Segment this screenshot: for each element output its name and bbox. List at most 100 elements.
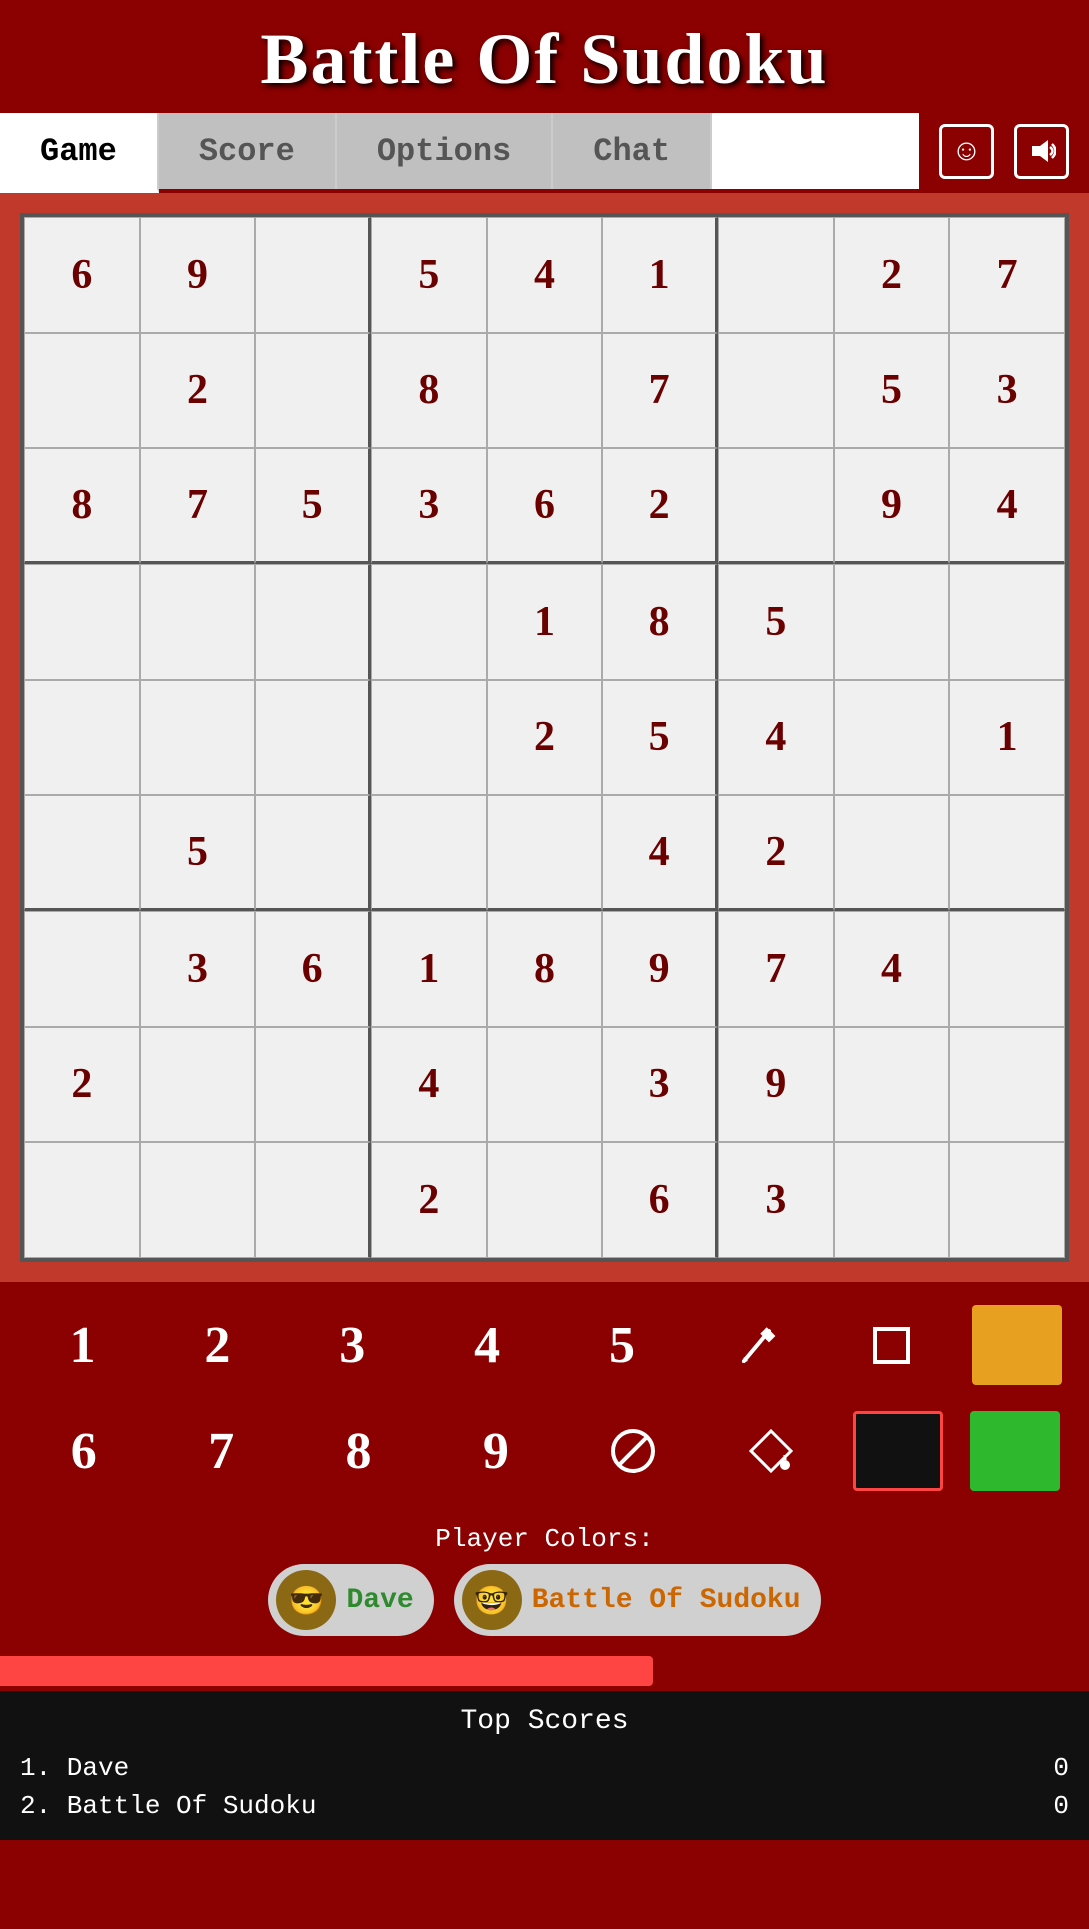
cell-r7-c2[interactable]: 3 — [140, 911, 256, 1027]
cell-r6-c9[interactable] — [949, 795, 1065, 911]
numpad-icon-fill[interactable] — [716, 1406, 826, 1496]
cell-r8-c6[interactable]: 3 — [602, 1027, 718, 1143]
cell-r5-c4[interactable] — [371, 680, 487, 796]
cell-r9-c3[interactable] — [255, 1142, 371, 1258]
cell-r1-c1[interactable]: 6 — [24, 217, 140, 333]
numpad-icon-square[interactable] — [837, 1300, 947, 1390]
cell-r5-c5[interactable]: 2 — [487, 680, 603, 796]
cell-r5-c6[interactable]: 5 — [602, 680, 718, 796]
cell-r3-c2[interactable]: 7 — [140, 448, 256, 564]
cell-r2-c8[interactable]: 5 — [834, 333, 950, 449]
numpad-btn-2[interactable]: 2 — [162, 1300, 272, 1390]
numpad-btn-4[interactable]: 4 — [432, 1300, 542, 1390]
cell-r2-c3[interactable] — [255, 333, 371, 449]
cell-r6-c2[interactable]: 5 — [140, 795, 256, 911]
numpad-btn-9[interactable]: 9 — [441, 1406, 551, 1496]
numpad-btn-8[interactable]: 8 — [303, 1406, 413, 1496]
cell-r5-c2[interactable] — [140, 680, 256, 796]
cell-r4-c3[interactable] — [255, 564, 371, 680]
cell-r2-c4[interactable]: 8 — [371, 333, 487, 449]
cell-r9-c7[interactable]: 3 — [718, 1142, 834, 1258]
cell-r5-c1[interactable] — [24, 680, 140, 796]
cell-r8-c7[interactable]: 9 — [718, 1027, 834, 1143]
cell-r6-c1[interactable] — [24, 795, 140, 911]
cell-r9-c2[interactable] — [140, 1142, 256, 1258]
cell-r9-c6[interactable]: 6 — [602, 1142, 718, 1258]
cell-r9-c8[interactable] — [834, 1142, 950, 1258]
cell-r7-c5[interactable]: 8 — [487, 911, 603, 1027]
cell-r5-c9[interactable]: 1 — [949, 680, 1065, 796]
cell-r8-c9[interactable] — [949, 1027, 1065, 1143]
numpad-btn-6[interactable]: 6 — [29, 1406, 139, 1496]
cell-r8-c2[interactable] — [140, 1027, 256, 1143]
cell-r9-c4[interactable]: 2 — [371, 1142, 487, 1258]
cell-r6-c4[interactable] — [371, 795, 487, 911]
numpad-btn-3[interactable]: 3 — [297, 1300, 407, 1390]
cell-r7-c7[interactable]: 7 — [718, 911, 834, 1027]
cell-r8-c4[interactable]: 4 — [371, 1027, 487, 1143]
cell-r3-c4[interactable]: 3 — [371, 448, 487, 564]
cell-r5-c3[interactable] — [255, 680, 371, 796]
cell-r8-c1[interactable]: 2 — [24, 1027, 140, 1143]
cell-r8-c3[interactable] — [255, 1027, 371, 1143]
cell-r1-c2[interactable]: 9 — [140, 217, 256, 333]
cell-r4-c2[interactable] — [140, 564, 256, 680]
color-swatch-2db82d[interactable] — [970, 1411, 1060, 1491]
numpad-btn-1[interactable]: 1 — [27, 1300, 137, 1390]
cell-r7-c8[interactable]: 4 — [834, 911, 950, 1027]
cell-r4-c4[interactable] — [371, 564, 487, 680]
cell-r2-c1[interactable] — [24, 333, 140, 449]
cell-r9-c1[interactable] — [24, 1142, 140, 1258]
cell-r7-c4[interactable]: 1 — [371, 911, 487, 1027]
cell-r1-c8[interactable]: 2 — [834, 217, 950, 333]
emoji-button[interactable]: ☺ — [939, 124, 994, 179]
cell-r2-c7[interactable] — [718, 333, 834, 449]
cell-r2-c9[interactable]: 3 — [949, 333, 1065, 449]
cell-r2-c6[interactable]: 7 — [602, 333, 718, 449]
cell-r2-c5[interactable] — [487, 333, 603, 449]
cell-r3-c9[interactable]: 4 — [949, 448, 1065, 564]
cell-r3-c1[interactable]: 8 — [24, 448, 140, 564]
sound-button[interactable] — [1014, 124, 1069, 179]
cell-r7-c9[interactable] — [949, 911, 1065, 1027]
cell-r1-c7[interactable] — [718, 217, 834, 333]
player-chip-battle-of-sudoku[interactable]: 🤓Battle Of Sudoku — [454, 1564, 821, 1636]
cell-r4-c7[interactable]: 5 — [718, 564, 834, 680]
cell-r6-c8[interactable] — [834, 795, 950, 911]
cell-r1-c3[interactable] — [255, 217, 371, 333]
cell-r7-c1[interactable] — [24, 911, 140, 1027]
cell-r6-c6[interactable]: 4 — [602, 795, 718, 911]
cell-r5-c7[interactable]: 4 — [718, 680, 834, 796]
cell-r3-c7[interactable] — [718, 448, 834, 564]
cell-r5-c8[interactable] — [834, 680, 950, 796]
numpad-icon-pencil[interactable] — [702, 1300, 812, 1390]
cell-r8-c8[interactable] — [834, 1027, 950, 1143]
cell-r4-c8[interactable] — [834, 564, 950, 680]
cell-r4-c1[interactable] — [24, 564, 140, 680]
color-swatch-111111[interactable] — [853, 1411, 943, 1491]
cell-r6-c5[interactable] — [487, 795, 603, 911]
cell-r2-c2[interactable]: 2 — [140, 333, 256, 449]
cell-r9-c9[interactable] — [949, 1142, 1065, 1258]
cell-r3-c8[interactable]: 9 — [834, 448, 950, 564]
cell-r6-c7[interactable]: 2 — [718, 795, 834, 911]
cell-r1-c6[interactable]: 1 — [602, 217, 718, 333]
numpad-icon-erase[interactable] — [578, 1406, 688, 1496]
cell-r4-c6[interactable]: 8 — [602, 564, 718, 680]
nav-tab-score[interactable]: Score — [159, 113, 337, 189]
cell-r9-c5[interactable] — [487, 1142, 603, 1258]
cell-r6-c3[interactable] — [255, 795, 371, 911]
player-chip-dave[interactable]: 😎Dave — [268, 1564, 433, 1636]
cell-r8-c5[interactable] — [487, 1027, 603, 1143]
cell-r4-c9[interactable] — [949, 564, 1065, 680]
numpad-btn-5[interactable]: 5 — [567, 1300, 677, 1390]
cell-r4-c5[interactable]: 1 — [487, 564, 603, 680]
cell-r1-c4[interactable]: 5 — [371, 217, 487, 333]
numpad-btn-7[interactable]: 7 — [166, 1406, 276, 1496]
cell-r7-c6[interactable]: 9 — [602, 911, 718, 1027]
cell-r1-c5[interactable]: 4 — [487, 217, 603, 333]
cell-r3-c3[interactable]: 5 — [255, 448, 371, 564]
cell-r3-c5[interactable]: 6 — [487, 448, 603, 564]
color-swatch-e8a020[interactable] — [972, 1305, 1062, 1385]
nav-tab-options[interactable]: Options — [337, 113, 553, 189]
